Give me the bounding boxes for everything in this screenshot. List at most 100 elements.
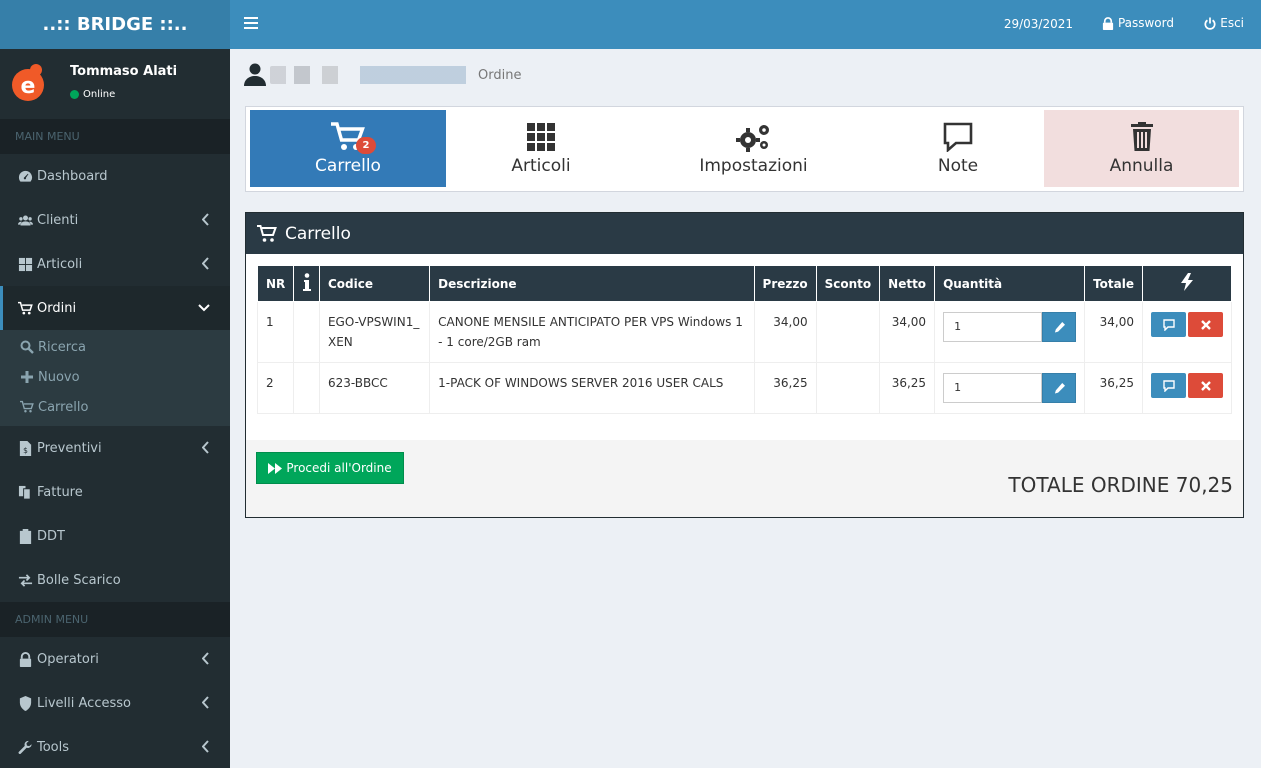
power-icon [1204,17,1216,30]
row-net: 36,25 [879,362,936,414]
user-avatar: e [12,64,44,101]
sidebar-item-label: Livelli Accesso [37,695,131,711]
submenu-item-nuovo[interactable]: Nuovo [0,362,230,392]
row-comment-button[interactable] [1151,312,1186,337]
cart-icon [20,400,34,413]
col-info [293,265,320,302]
main-menu-header: MAIN MENU [0,119,230,154]
row-info [293,362,320,414]
exchange-icon [18,573,33,587]
col-codice: Codice [318,265,431,302]
table-row: 2 623-BBCC 1-PACK OF WINDOWS SERVER 2016… [256,362,1232,414]
chevron-left-icon [202,740,209,753]
sidebar: ..:: BRIDGE ::.. e Tommaso Alati Online … [0,0,230,768]
sidebar-item-label: Bolle Scarico [37,572,121,588]
cart-panel-title: Carrello [285,223,351,244]
chevron-left-icon [202,213,209,226]
row-description: CANONE MENSILE ANTICIPATO PER VPS Window… [429,301,755,363]
row-delete-button[interactable] [1188,373,1223,398]
sidebar-item-tools[interactable]: Tools [0,725,230,768]
admin-menu-header: ADMIN MENU [0,602,230,637]
chevron-left-icon [202,257,209,270]
comment-icon [1162,318,1175,331]
row-discount [815,362,881,414]
quantity-input[interactable]: 1 [943,373,1043,403]
chevron-left-icon [202,652,209,665]
cart-tab-button[interactable]: 2 Carrello [250,110,446,187]
pencil-icon [1054,321,1065,333]
sidebar-item-articoli[interactable]: Articoli [0,242,230,286]
cart-panel-header: Carrello [246,213,1243,254]
row-total: 34,00 [1084,301,1143,363]
online-dot-icon [70,90,79,99]
table-row: 1 EGO-VPSWIN1_XEN CANONE MENSILE ANTICIP… [256,301,1232,363]
update-quantity-button[interactable] [1042,373,1077,403]
info-icon [302,273,311,291]
fast-forward-icon [268,462,283,474]
cart-icon [18,301,33,314]
sidebar-item-label: Operatori [37,651,99,667]
sidebar-item-operatori[interactable]: Operatori [0,637,230,681]
app-logo[interactable]: ..:: BRIDGE ::.. [0,0,230,49]
sidebar-item-ddt[interactable]: DDT [0,514,230,558]
order-actions-bar: 2 Carrello Articoli Impostazioni Note An… [245,106,1244,192]
proceed-order-button[interactable]: Procedi all'Ordine [256,452,404,484]
top-navbar: .hamburger rect{fill:#fff} 29/03/2021 Pa… [230,0,1261,49]
submenu-item-carrello[interactable]: Carrello [0,392,230,422]
user-name: Tommaso Alati [70,64,178,79]
row-actions [1151,373,1223,398]
sidebar-item-label: Dashboard [37,168,108,184]
user-icon [244,63,266,86]
col-totale: Totale [1084,265,1143,302]
notes-tab-button[interactable]: Note [861,110,1055,187]
cart-footer: Procedi all'Ordine TOTALE ORDINE 70,25 [246,440,1243,517]
sidebar-item-label: Preventivi [37,440,102,456]
sidebar-item-label: Clienti [37,212,79,228]
hamburger-menu-icon[interactable]: .hamburger rect{fill:#fff} [244,17,258,29]
lock-icon [19,651,32,667]
cart-icon [257,224,277,242]
submenu-item-ricerca[interactable]: Ricerca [0,332,230,362]
cancel-order-button[interactable]: Annulla [1044,110,1239,187]
sidebar-item-clienti[interactable]: Clienti [0,198,230,242]
row-nr: 2 [256,362,295,414]
row-delete-button[interactable] [1188,312,1223,337]
submenu-item-label: Nuovo [38,369,80,385]
cart-count-badge: 2 [356,137,376,154]
row-quantity-cell: 1 [934,301,1086,363]
row-comment-button[interactable] [1151,373,1186,398]
col-netto: Netto [879,265,936,302]
row-price: 36,25 [753,362,817,414]
password-link[interactable]: Password [1102,16,1174,30]
users-icon [18,215,33,225]
page-subtitle: Ordine [478,67,522,83]
sidebar-item-label: Tools [37,739,70,755]
cart-table: NR Codice Descrizione Prezzo Sconto Nett… [256,265,1232,414]
update-quantity-button[interactable] [1042,312,1077,342]
quantity-input[interactable]: 1 [943,312,1043,342]
sidebar-item-dashboard[interactable]: Dashboard [0,154,230,198]
cart-table-header: NR Codice Descrizione Prezzo Sconto Nett… [256,265,1232,302]
row-quantity-cell: 1 [934,362,1086,414]
row-code: EGO-VPSWIN1_XEN [318,301,431,363]
row-actions [1151,312,1223,337]
articles-tab-button[interactable]: Articoli [446,110,636,187]
trash-icon [1130,121,1153,151]
clipboard-icon [19,528,32,544]
cart-panel: Carrello NR Codice Descrizione Prezzo Sc… [245,212,1244,518]
sidebar-item-bolle-scarico[interactable]: Bolle Scarico [0,558,230,602]
row-info [293,301,320,363]
cancel-order-label: Annulla [1109,155,1174,176]
logout-link[interactable]: Esci [1204,16,1244,30]
chevron-left-icon [202,441,209,454]
ordini-submenu: Ricerca Nuovo Carrello [0,330,230,426]
sidebar-item-preventivi[interactable]: $ Preventivi [0,426,230,470]
user-status-label: Online [83,89,116,100]
chevron-left-icon [202,696,209,709]
quantity-group: 1 [943,373,1077,403]
sidebar-item-livelli-accesso[interactable]: Livelli Accesso [0,681,230,725]
sidebar-item-fatture[interactable]: Fatture [0,470,230,514]
row-price: 34,00 [753,301,817,363]
settings-tab-button[interactable]: Impostazioni [656,110,851,187]
sidebar-item-ordini[interactable]: Ordini [0,286,230,330]
